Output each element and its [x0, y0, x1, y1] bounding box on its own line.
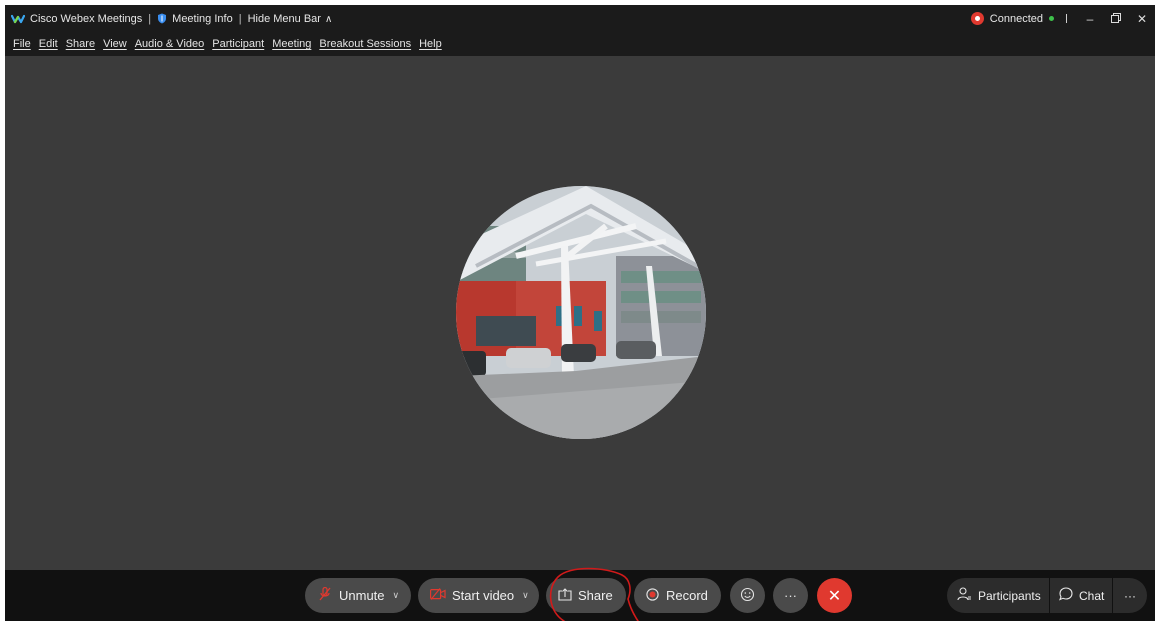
meeting-control-bar: Unmute ∨ Start video ∨ Share Record ··· … [5, 570, 1155, 621]
share-icon [558, 587, 572, 604]
minimize-icon[interactable]: – [1077, 12, 1103, 26]
menu-edit[interactable]: Edit [35, 38, 62, 50]
start-video-button[interactable]: Start video ∨ [418, 578, 539, 613]
meeting-info-button[interactable]: Meeting Info [172, 13, 233, 25]
share-button[interactable]: Share [546, 578, 626, 613]
unmute-button[interactable]: Unmute ∨ [305, 578, 411, 613]
end-call-button[interactable]: ✕ [817, 578, 852, 613]
connection-status[interactable]: Connected [990, 13, 1043, 25]
reactions-icon [740, 587, 755, 605]
menu-bar: File Edit Share View Audio & Video Parti… [5, 32, 1155, 56]
menu-share[interactable]: Share [62, 38, 99, 50]
participants-icon [957, 587, 972, 604]
end-call-icon: ✕ [827, 587, 842, 605]
panel-more-button[interactable]: ··· [1113, 578, 1147, 613]
chevron-down-icon[interactable]: ∨ [393, 590, 400, 601]
chevron-down-icon-2[interactable]: ∨ [522, 590, 529, 601]
restore-icon[interactable] [1103, 12, 1129, 26]
record-dot-icon [970, 12, 984, 25]
microphone-muted-icon [319, 586, 331, 604]
title-bar: Cisco Webex Meetings | Meeting Info | Hi… [5, 5, 1155, 32]
app-title: Cisco Webex Meetings [30, 12, 143, 25]
participant-avatar [456, 186, 706, 439]
menu-file[interactable]: File [9, 38, 35, 50]
participants-button[interactable]: Participants [947, 578, 1049, 613]
chat-label: Chat [1079, 588, 1105, 603]
share-label: Share [578, 588, 613, 603]
video-stage [5, 56, 1155, 570]
hide-menu-bar-label: Hide Menu Bar [247, 12, 321, 25]
shield-icon[interactable] [157, 13, 167, 24]
more-icon-2: ··· [1124, 588, 1136, 603]
menu-view[interactable]: View [99, 38, 131, 50]
close-icon[interactable]: ✕ [1129, 12, 1155, 26]
chat-button[interactable]: Chat [1050, 578, 1112, 613]
unmute-label: Unmute [339, 588, 385, 603]
menu-meeting[interactable]: Meeting [268, 38, 315, 50]
record-icon [646, 587, 659, 604]
start-video-label: Start video [452, 588, 515, 603]
more-icon: ··· [784, 588, 797, 603]
record-label: Record [666, 588, 708, 603]
menu-breakout-sessions[interactable]: Breakout Sessions [315, 38, 415, 50]
chevron-up-icon: ∧ [324, 13, 333, 25]
record-button[interactable]: Record [634, 578, 721, 613]
title-divider [1066, 14, 1067, 23]
title-separator-2: | [238, 12, 242, 25]
hide-menu-bar-button[interactable]: Hide Menu Bar ∧ [248, 13, 333, 25]
chat-icon [1059, 587, 1073, 604]
participants-label: Participants [978, 588, 1041, 603]
menu-participant[interactable]: Participant [208, 38, 268, 50]
menu-help[interactable]: Help [415, 38, 446, 50]
connected-indicator [1049, 16, 1054, 21]
webex-logo-icon [10, 14, 26, 24]
menu-audio-video[interactable]: Audio & Video [131, 38, 209, 50]
reactions-button[interactable] [730, 578, 765, 613]
webex-window: Cisco Webex Meetings | Meeting Info | Hi… [5, 5, 1155, 621]
more-options-button[interactable]: ··· [773, 578, 808, 613]
title-separator: | [148, 12, 152, 25]
camera-off-icon [430, 588, 446, 603]
